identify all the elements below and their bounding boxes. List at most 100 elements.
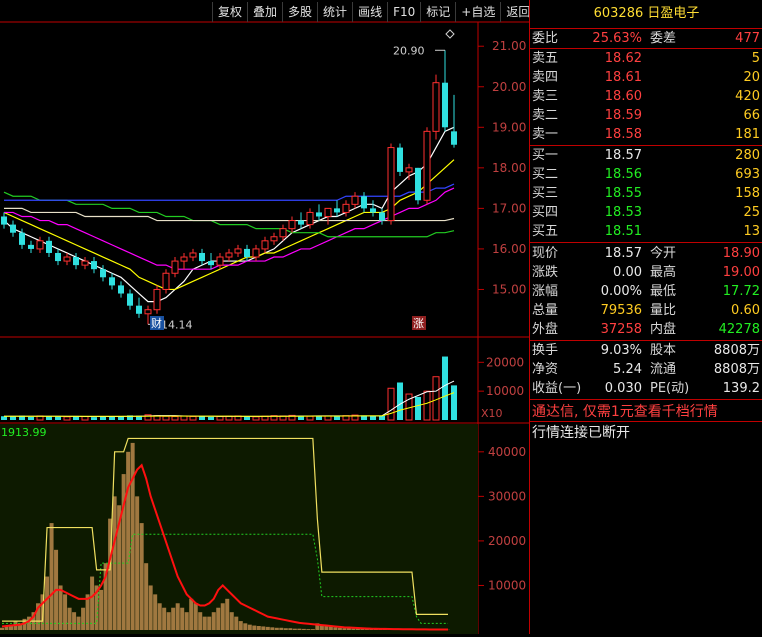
price-tick-label: 21.00 <box>492 39 526 53</box>
mark-button[interactable]: 标记 <box>420 2 455 22</box>
indicator-bar <box>275 628 279 630</box>
candle-body <box>379 212 385 220</box>
quote-row-price: 现价 18.57 今开 18.90 <box>530 244 762 263</box>
volume-bar <box>253 417 259 420</box>
indicator-bar <box>198 612 202 630</box>
volume-bar <box>415 397 421 420</box>
divider <box>530 399 762 400</box>
add-watchlist-button[interactable]: +自选 <box>455 2 500 22</box>
candle-body <box>235 249 241 253</box>
indicator-bar <box>149 585 153 630</box>
stock-title[interactable]: 603286 日盈电子 <box>530 0 762 29</box>
volume-bar <box>334 416 340 420</box>
candle-body <box>361 196 367 208</box>
candle-body <box>451 131 457 144</box>
indicator-bar <box>180 608 184 630</box>
sell-label: 卖一 <box>532 125 558 144</box>
candle-body <box>433 83 439 132</box>
candle-body <box>316 212 322 216</box>
quote-row-volume: 总量 79536 量比 0.60 <box>530 301 762 320</box>
indicator-bar <box>347 628 351 630</box>
candle-body <box>406 168 412 172</box>
statistics-button[interactable]: 统计 <box>317 2 352 22</box>
indicator-bar <box>63 594 67 630</box>
volume-bar <box>28 417 34 420</box>
indicator-bar <box>99 590 103 630</box>
volume-bar <box>163 416 169 420</box>
upsell-notice[interactable]: 通达信, 仅需1元查看千档行情 <box>532 401 718 421</box>
divider <box>530 242 762 243</box>
sell-5-row[interactable]: 卖五 18.62 5 <box>530 49 762 68</box>
draw-line-button[interactable]: 画线 <box>352 2 387 22</box>
diff-value: 477 <box>735 29 760 48</box>
f10-button[interactable]: F10 <box>387 2 420 22</box>
candle-body <box>172 261 178 273</box>
buy-qty: 13 <box>743 222 760 241</box>
indicator-bar <box>333 627 337 630</box>
indicator-bar <box>135 496 139 630</box>
indicator-tick-label: 10000 <box>488 578 526 592</box>
fund-value: 9.03% <box>601 341 642 360</box>
chart-svg[interactable]: 21.0020.0019.0018.0017.0016.0015.0020.90… <box>0 0 529 634</box>
quote-label: 现价 <box>532 244 558 263</box>
buy-2-row[interactable]: 买二 18.56 693 <box>530 165 762 184</box>
volume-ma-line <box>4 381 454 416</box>
buy-5-row[interactable]: 买五 18.51 13 <box>530 222 762 241</box>
indicator-bar <box>311 629 315 630</box>
candle-body <box>208 261 214 265</box>
candle-body <box>73 257 79 265</box>
multi-stock-button[interactable]: 多股 <box>282 2 317 22</box>
indicator-bar <box>45 577 49 630</box>
chart-area[interactable]: 21.0020.0019.0018.0017.0016.0015.0020.90… <box>0 0 529 634</box>
quote-value: 37258 <box>601 320 642 339</box>
indicator-bar <box>248 625 252 630</box>
quote-row-outer: 外盘 37258 内盘 42278 <box>530 320 762 339</box>
volume-bar <box>451 385 457 420</box>
sell-2-row[interactable]: 卖二 18.59 66 <box>530 106 762 125</box>
fund-label: 股本 <box>650 341 676 360</box>
quote-label: 量比 <box>650 301 676 320</box>
quote-value: 17.72 <box>723 282 760 301</box>
candle-body <box>127 294 133 306</box>
indicator-bar <box>270 627 274 630</box>
fund-label: 净资 <box>532 360 558 379</box>
candle-body <box>199 253 205 261</box>
fuquan-button[interactable]: 复权 <box>212 2 247 22</box>
indicator-bar <box>90 577 94 630</box>
ratio-value: 25.63% <box>592 29 642 48</box>
buy-qty: 158 <box>735 184 760 203</box>
indicator-bar <box>126 452 130 630</box>
fund-value: 5.24 <box>613 360 642 379</box>
buy-label: 买四 <box>532 203 558 222</box>
candle-body <box>190 253 196 257</box>
indicator-bar <box>194 603 198 630</box>
sell-3-row[interactable]: 卖三 18.60 420 <box>530 87 762 106</box>
candle-body <box>334 208 340 212</box>
candle-body <box>64 257 70 261</box>
chart-toolbar: 复权 叠加 多股 统计 画线 F10 标记 +自选 返回 <box>212 2 535 22</box>
high-label: 20.90 <box>393 44 425 57</box>
quote-label: 内盘 <box>650 320 676 339</box>
ma-line-ma60 <box>4 192 454 237</box>
volume-bar <box>64 417 70 420</box>
sell-4-row[interactable]: 卖四 18.61 20 <box>530 68 762 87</box>
volume-bar <box>244 417 250 420</box>
quote-label: 今开 <box>650 244 676 263</box>
sell-label: 卖四 <box>532 68 558 87</box>
candle-body <box>28 245 34 249</box>
candle-body <box>352 196 358 204</box>
indicator-bar <box>243 623 247 630</box>
price-tick-label: 16.00 <box>492 242 526 256</box>
volume-bar <box>379 416 385 420</box>
quote-label: 最高 <box>650 263 676 282</box>
sell-1-row[interactable]: 卖一 18.58 181 <box>530 125 762 144</box>
fund-value: 8808万 <box>714 360 760 379</box>
buy-3-row[interactable]: 买三 18.55 158 <box>530 184 762 203</box>
volume-tick-label: 10000 <box>486 384 524 398</box>
indicator-bar <box>144 563 148 630</box>
candle-body <box>244 249 250 257</box>
buy-4-row[interactable]: 买四 18.53 25 <box>530 203 762 222</box>
volume-bar <box>424 391 430 420</box>
overlay-button[interactable]: 叠加 <box>247 2 282 22</box>
buy-1-row[interactable]: 买一 18.57 280 <box>530 146 762 165</box>
